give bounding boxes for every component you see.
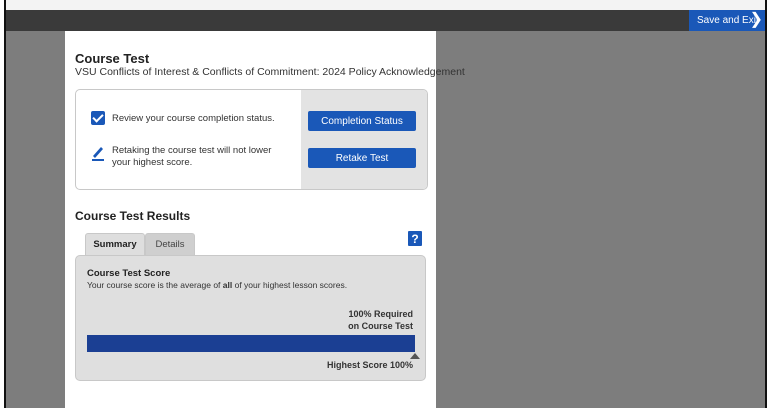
results-title: Course Test Results xyxy=(75,209,191,223)
tab-summary[interactable]: Summary xyxy=(85,233,145,255)
score-progress-bar xyxy=(87,335,415,352)
highest-score-label: Highest Score 100% xyxy=(326,360,413,370)
chevron-right-icon: ❯ xyxy=(749,11,763,28)
help-icon[interactable]: ? xyxy=(408,231,422,246)
save-and-exit-button[interactable]: Save and Exit ❯ xyxy=(689,10,765,31)
content-stage: Course Test VSU Conflicts of Interest & … xyxy=(6,31,765,408)
pencil-icon xyxy=(91,145,105,161)
required-line-2: on Course Test xyxy=(348,321,413,331)
course-test-panel: Course Test VSU Conflicts of Interest & … xyxy=(65,31,465,408)
score-desc-prefix: Your course score is the average of xyxy=(87,280,221,290)
retake-info-text: Retaking the course test will not lower … xyxy=(112,145,272,168)
page-title: Course Test xyxy=(75,51,150,66)
status-actions-area xyxy=(301,90,427,189)
window-right-border xyxy=(765,0,771,408)
results-summary-box: Course Test Score Your course score is t… xyxy=(75,255,426,381)
score-description: Your course score is the average of all … xyxy=(87,280,347,290)
score-marker-icon xyxy=(410,353,420,359)
score-title: Course Test Score xyxy=(87,268,171,279)
score-desc-suffix: of your highest lesson scores. xyxy=(234,280,348,290)
course-subtitle: VSU Conflicts of Interest & Conflicts of… xyxy=(75,66,465,78)
retake-test-button[interactable]: Retake Test xyxy=(308,148,416,168)
top-strip xyxy=(6,0,765,10)
checkbox-icon xyxy=(91,111,105,125)
review-status-row: Review your course completion status. xyxy=(91,111,275,125)
required-score-label: 100% Required on Course Test xyxy=(348,308,413,332)
score-progress-fill xyxy=(87,335,415,352)
retake-info-row: Retaking the course test will not lower … xyxy=(91,145,272,169)
status-box: Review your course completion status. Re… xyxy=(75,89,428,190)
tab-details[interactable]: Details xyxy=(145,233,195,255)
required-line-1: 100% Required xyxy=(348,309,413,319)
review-status-text: Review your course completion status. xyxy=(112,112,275,124)
top-bar: Save and Exit ❯ xyxy=(6,10,765,31)
score-desc-bold: all xyxy=(222,280,233,290)
completion-status-button[interactable]: Completion Status xyxy=(308,111,416,131)
